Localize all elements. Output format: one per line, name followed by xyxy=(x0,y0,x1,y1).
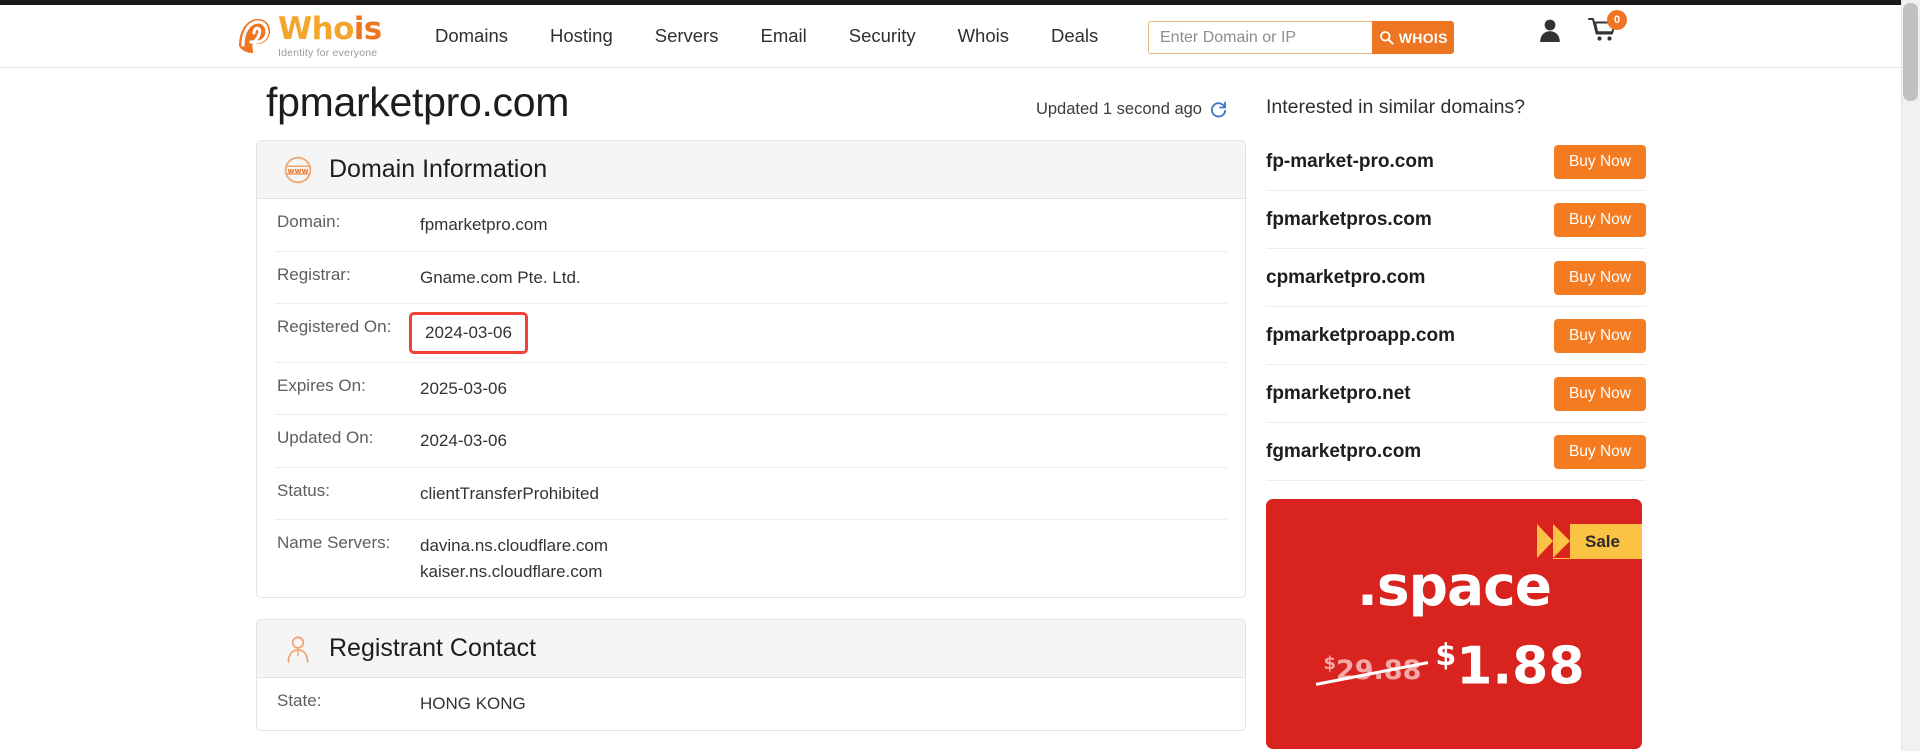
registrant-contact-title: Registrant Contact xyxy=(329,634,537,662)
row-value: clientTransferProhibited xyxy=(420,483,599,503)
search-input[interactable] xyxy=(1148,21,1395,54)
row-value-nameservers: davina.ns.cloudflare.com kaiser.ns.cloud… xyxy=(420,536,609,581)
nav-item-domains[interactable]: Domains xyxy=(414,25,529,47)
cart-count-badge: 0 xyxy=(1607,10,1627,30)
row-key: Registered On: xyxy=(277,317,392,336)
page-body: fpmarketpro.com Updated 1 second ago www… xyxy=(0,68,1901,751)
nav-item-whois[interactable]: Whois xyxy=(937,25,1030,47)
user-icon xyxy=(1540,19,1560,42)
search-icon xyxy=(1379,31,1394,45)
cart-button[interactable]: 0 xyxy=(1588,10,1627,48)
row-key: State: xyxy=(277,691,322,710)
promo-new-amount: 1.88 xyxy=(1456,636,1585,697)
promo-old-amount: 29.88 xyxy=(1335,654,1422,686)
row-value: fpmarketpro.com xyxy=(420,215,548,234)
similar-domain-name[interactable]: fpmarketpro.net xyxy=(1266,383,1411,405)
row-key: Domain: xyxy=(277,212,341,231)
table-row: Registrar: Gname.com Pte. Ltd. xyxy=(275,252,1227,304)
domain-information-header: www Domain Information xyxy=(257,141,1245,199)
table-row-registered-on: Registered On: 2024-03-06 xyxy=(275,304,1227,363)
similar-domain-name[interactable]: cpmarketpro.com xyxy=(1266,267,1425,289)
row-value: 2025-03-06 xyxy=(420,378,507,398)
header-icon-group: 0 xyxy=(1537,10,1627,48)
list-item: fpmarketpro.net Buy Now xyxy=(1266,365,1646,423)
nav-item-servers[interactable]: Servers xyxy=(634,25,740,47)
registrant-contact-card: Registrant Contact State: HONG KONG xyxy=(256,619,1246,731)
list-item: fp-market-pro.com Buy Now xyxy=(1266,133,1646,191)
promo-new-currency: $ xyxy=(1435,638,1457,673)
nav-item-deals[interactable]: Deals xyxy=(1030,25,1119,47)
list-item: fgmarketpro.com Buy Now xyxy=(1266,423,1646,481)
site-header: Whois Identity for everyone Domains Host… xyxy=(0,5,1901,68)
search-area: WHOIS xyxy=(1148,21,1454,54)
person-contact-icon xyxy=(287,635,309,663)
domain-information-card: www Domain Information Domain: fpmarketp… xyxy=(256,140,1246,598)
table-row: State: HONG KONG xyxy=(275,678,1227,730)
promo-new-price: $1.88 xyxy=(1435,640,1584,692)
buy-now-button[interactable]: Buy Now xyxy=(1553,318,1646,353)
nav-item-hosting[interactable]: Hosting xyxy=(529,25,634,47)
table-row: Expires On: 2025-03-06 xyxy=(275,363,1227,415)
row-key: Name Servers: xyxy=(277,533,391,552)
list-item: cpmarketpro.com Buy Now xyxy=(1266,249,1646,307)
similar-domain-name[interactable]: fpmarketproapp.com xyxy=(1266,325,1455,347)
row-value: HONG KONG xyxy=(420,694,526,713)
table-row: Status: clientTransferProhibited xyxy=(275,468,1227,520)
list-item: fpmarketpros.com Buy Now xyxy=(1266,191,1646,249)
scrollbar-thumb[interactable] xyxy=(1903,3,1918,101)
page-title-row: fpmarketpro.com Updated 1 second ago xyxy=(256,68,1246,140)
nav-item-security[interactable]: Security xyxy=(828,25,937,47)
similar-domain-name[interactable]: fp-market-pro.com xyxy=(1266,151,1434,173)
whois-search-button-label: WHOIS xyxy=(1398,29,1448,46)
row-value: Gname.com Pte. Ltd. xyxy=(420,267,581,287)
logo-wordmark: Whois xyxy=(278,10,382,47)
registrant-contact-header: Registrant Contact xyxy=(257,620,1245,678)
account-button[interactable] xyxy=(1537,17,1563,48)
promo-old-currency: $ xyxy=(1323,652,1336,674)
table-row: Name Servers: davina.ns.cloudflare.com k… xyxy=(275,520,1227,597)
similar-domain-name[interactable]: fpmarketpros.com xyxy=(1266,209,1432,231)
www-globe-icon: www xyxy=(284,156,312,183)
row-value: 2024-03-06 xyxy=(420,431,507,450)
buy-now-button[interactable]: Buy Now xyxy=(1553,376,1646,411)
logo-tagline: Identity for everyone xyxy=(278,46,378,59)
whois-swoosh-icon xyxy=(239,19,270,53)
updated-status: Updated 1 second ago xyxy=(1036,100,1228,119)
registrant-contact-table: State: HONG KONG xyxy=(257,678,1245,730)
table-row: Domain: fpmarketpro.com xyxy=(275,199,1227,252)
nav-item-email[interactable]: Email xyxy=(739,25,827,47)
registered-on-highlight: 2024-03-06 xyxy=(409,312,528,354)
whois-search-button[interactable]: WHOIS xyxy=(1372,21,1454,54)
main-navigation: Domains Hosting Servers Email Security W… xyxy=(414,5,1119,67)
similar-domain-name[interactable]: fgmarketpro.com xyxy=(1266,441,1421,463)
page-title: fpmarketpro.com xyxy=(266,79,570,125)
space-tld-promo-banner[interactable]: Sale .space $29.88 $1.88 xyxy=(1266,499,1642,749)
buy-now-button[interactable]: Buy Now xyxy=(1553,260,1646,295)
updated-text: Updated 1 second ago xyxy=(1035,100,1202,118)
site-logo[interactable]: Whois Identity for everyone xyxy=(233,13,382,59)
promo-tld-label: .space xyxy=(1356,554,1552,618)
main-content-column: fpmarketpro.com Updated 1 second ago www… xyxy=(256,68,1246,752)
domain-information-table: Domain: fpmarketpro.com Registrar: Gname… xyxy=(257,199,1245,597)
refresh-icon[interactable] xyxy=(1209,100,1228,119)
similar-domains-heading: Interested in similar domains? xyxy=(1266,96,1526,118)
buy-now-button[interactable]: Buy Now xyxy=(1553,144,1646,179)
row-key: Updated On: xyxy=(277,428,374,447)
promo-old-price: $29.88 xyxy=(1323,653,1421,692)
similar-domains-sidebar: Interested in similar domains? fp-market… xyxy=(1266,68,1646,749)
row-key: Registrar: xyxy=(277,264,351,284)
table-row: Updated On: 2024-03-06 xyxy=(275,415,1227,468)
domain-information-title: Domain Information xyxy=(329,155,548,183)
row-key: Status: xyxy=(277,480,330,500)
list-item: fpmarketproapp.com Buy Now xyxy=(1266,307,1646,365)
promo-price-group: $29.88 $1.88 xyxy=(1266,640,1642,692)
buy-now-button[interactable]: Buy Now xyxy=(1553,434,1646,469)
buy-now-button[interactable]: Buy Now xyxy=(1553,202,1646,237)
row-key: Expires On: xyxy=(277,375,366,395)
page-scrollbar[interactable] xyxy=(1901,0,1920,751)
svg-text:www: www xyxy=(287,166,308,175)
